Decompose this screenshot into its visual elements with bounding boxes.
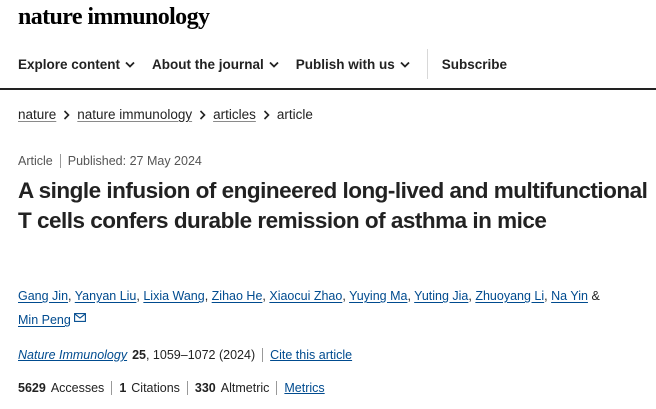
author-list: Gang Jin, Yanyan Liu, Lixia Wang, Zihao … [18, 289, 600, 327]
nav-explore-content[interactable]: Explore content [18, 57, 135, 72]
nav-publish-label: Publish with us [295, 56, 395, 72]
article-meta: Article Published: 27 May 2024 [18, 154, 202, 168]
author-link[interactable]: Zihao He [212, 289, 263, 303]
chevron-right-icon [63, 109, 70, 120]
author-link[interactable]: Na Yin [551, 289, 588, 303]
altmetric-label: Altmetric [220, 381, 270, 395]
nav-divider [426, 49, 428, 79]
nav-publish-with-us[interactable]: Publish with us [296, 57, 410, 72]
email-icon[interactable] [73, 313, 86, 322]
metrics-divider [111, 381, 113, 395]
author-link[interactable]: Gang Jin [18, 289, 68, 303]
author-ampersand: & [591, 289, 600, 303]
breadcrumb-current: article [276, 107, 313, 122]
citation-line: Nature Immunology 25 , 1059–1072 (2024) … [18, 348, 352, 362]
nav-explore-content-label: Explore content [18, 56, 121, 72]
author-link[interactable]: Lixia Wang [143, 289, 204, 303]
nav-about-the-journal[interactable]: About the journal [152, 57, 279, 72]
journal-logo[interactable]: nature immunology [18, 4, 210, 31]
nav-subscribe[interactable]: Subscribe [442, 57, 507, 72]
nav-subscribe-label: Subscribe [441, 56, 508, 72]
metrics-divider [276, 381, 278, 395]
nav-about-label: About the journal [152, 56, 264, 72]
chevron-right-icon [199, 109, 206, 120]
accesses-count: 5629 [18, 381, 46, 395]
metrics-divider [186, 381, 188, 395]
breadcrumb: nature nature immunology articles articl… [18, 107, 313, 122]
altmetric-score: 330 [194, 381, 216, 395]
metrics-link[interactable]: Metrics [284, 381, 324, 395]
breadcrumb-nature-immunology[interactable]: nature immunology [77, 107, 192, 122]
author-link[interactable]: Zhuoyang Li [475, 289, 544, 303]
article-title: A single infusion of engineered long-liv… [18, 178, 648, 233]
breadcrumb-nature[interactable]: nature [18, 107, 56, 122]
cite-article-link[interactable]: Cite this article [270, 348, 352, 362]
chevron-right-icon [263, 109, 270, 120]
author-link[interactable]: Yuying Ma [349, 289, 407, 303]
author-link[interactable]: Yuting Jia [414, 289, 468, 303]
chevron-down-icon [400, 61, 410, 68]
pages-year: , 1059–1072 (2024) [145, 348, 256, 362]
volume: 25 [132, 348, 146, 362]
journal-link[interactable]: Nature Immunology [18, 348, 127, 362]
author-link[interactable]: Yanyan Liu [75, 289, 137, 303]
author-link[interactable]: Xiaocui Zhao [269, 289, 342, 303]
citations-label: Citations [131, 381, 180, 395]
accesses-label: Accesses [50, 381, 105, 395]
header-bar: nature immunology [0, 0, 656, 40]
metrics-bar: 5629 Accesses 1 Citations 330 Altmetric … [18, 381, 325, 395]
breadcrumb-articles[interactable]: articles [213, 107, 256, 122]
author-link[interactable]: Min Peng [18, 313, 71, 327]
article-type: Article [18, 154, 53, 168]
citation-divider [262, 348, 264, 362]
published-date: Published: 27 May 2024 [67, 154, 202, 168]
chevron-down-icon [125, 61, 135, 68]
meta-divider [59, 154, 61, 168]
citations-count: 1 [119, 381, 127, 395]
main-nav: Explore content About the journal Publis… [0, 40, 656, 90]
chevron-down-icon [269, 61, 279, 68]
